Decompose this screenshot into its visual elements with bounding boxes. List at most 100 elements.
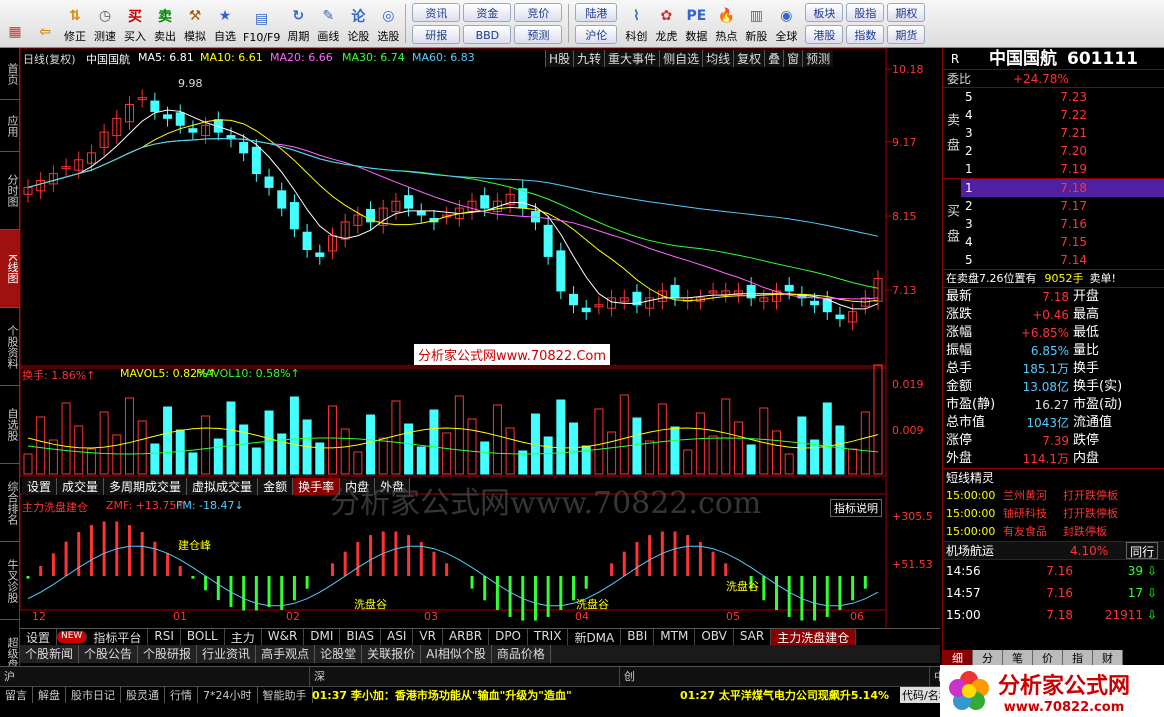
- indicator-tab-VR[interactable]: VR: [413, 629, 443, 645]
- chart-top-tab-均线[interactable]: 均线: [702, 50, 734, 67]
- left-tab-牛叉诊股[interactable]: 牛叉诊股: [0, 542, 20, 620]
- market-沪[interactable]: 沪: [0, 667, 310, 686]
- toolbar-button-F10/F9[interactable]: ▤ F10/F9: [240, 0, 283, 47]
- toolbar-button-热点[interactable]: 🔥 热点: [711, 0, 741, 47]
- indicator-tab-设置[interactable]: 设置: [20, 629, 58, 645]
- status-item-智能助手[interactable]: 智能助手: [258, 686, 313, 703]
- status-item-7*24小时[interactable]: 7*24小时: [198, 686, 258, 703]
- order-book-row[interactable]: 2 7.17: [961, 197, 1164, 215]
- toolbar-button-自选[interactable]: ★ 自选: [210, 0, 240, 47]
- status-item-解盘[interactable]: 解盘: [33, 686, 66, 703]
- order-book-row[interactable]: 5 7.14: [961, 251, 1164, 269]
- toolbar-button-论股[interactable]: 论论股: [343, 0, 373, 47]
- news-row[interactable]: 15:00:00 铀研科技 打开跌停板: [943, 505, 1164, 523]
- indicator-tab-ARBR[interactable]: ARBR: [443, 629, 490, 645]
- toolbar-pill-资讯[interactable]: 资讯: [412, 3, 461, 22]
- news-ticker-2[interactable]: 01:27 太平洋煤气电力公司现飙升5.14%: [680, 687, 889, 703]
- volume-tab-虚拟成交量[interactable]: 虚拟成交量: [187, 478, 259, 495]
- chart-top-tab-九转[interactable]: 九转: [573, 50, 605, 67]
- toolbar-pill-期权[interactable]: 期权: [887, 3, 926, 22]
- indicator-tab-SAR[interactable]: SAR: [734, 629, 772, 645]
- status-item-行情[interactable]: 行情: [165, 686, 198, 703]
- indicator-tab-新DMA[interactable]: 新DMA: [568, 629, 622, 645]
- news-row[interactable]: 15:00:00 有友食品 封跌停板: [943, 523, 1164, 541]
- toolbar-button-修正[interactable]: ⇅ 修正: [60, 0, 90, 47]
- info-tab-论股堂[interactable]: 论股堂: [315, 645, 363, 663]
- toolbar-pill-预测[interactable]: 预测: [514, 25, 563, 44]
- status-item-留言[interactable]: 留言: [0, 686, 33, 703]
- info-tab-商品价格[interactable]: 商品价格: [491, 645, 551, 663]
- toolbar-pill-BBD[interactable]: BBD: [463, 25, 512, 44]
- indicator-tab-MTM[interactable]: MTM: [654, 629, 696, 645]
- news-ticker-1[interactable]: 01:37 李小加：香港市场功能从"输血"升级为"造血": [312, 687, 572, 703]
- order-book-row[interactable]: 2 7.20: [961, 142, 1164, 160]
- indicator-tab-主力洗盘建仓[interactable]: 主力洗盘建仓: [771, 629, 857, 645]
- info-tab-AI相似个股[interactable]: AI相似个股: [421, 645, 492, 663]
- volume-tab-多周期成交量[interactable]: 多周期成交量: [104, 478, 188, 495]
- toolbar-pill-资金[interactable]: 资金: [463, 3, 512, 22]
- quote-tab-细[interactable]: 细: [943, 650, 973, 666]
- chart-top-tab-H股[interactable]: H股: [545, 50, 574, 67]
- indicator-tab-TRIX[interactable]: TRIX: [528, 629, 569, 645]
- quote-tab-财[interactable]: 财: [1093, 650, 1123, 666]
- left-tab-K线图[interactable]: K线图: [0, 230, 20, 308]
- toolbar-pill-陆港[interactable]: 陆港: [575, 3, 618, 22]
- indicator-tab-BIAS[interactable]: BIAS: [340, 629, 382, 645]
- toolbar-button-数据[interactable]: PE 数据: [681, 0, 711, 47]
- order-book-row[interactable]: 4 7.15: [961, 233, 1164, 251]
- indicator-tab-主力[interactable]: 主力: [225, 629, 262, 645]
- toolbar-button-测速[interactable]: ◷ 测速: [90, 0, 120, 47]
- left-tab-个股资料[interactable]: 个股资料: [0, 308, 20, 386]
- indicator-tab-W&R[interactable]: W&R: [262, 629, 305, 645]
- info-tab-关联报价[interactable]: 关联报价: [362, 645, 422, 663]
- toolbar-pill-股指[interactable]: 股指: [846, 3, 885, 22]
- toolbar-button-back-arrow-icon[interactable]: ⇦: [30, 0, 60, 47]
- chart-top-tab-预测[interactable]: 预测: [802, 50, 834, 67]
- toolbar-button-周期[interactable]: ↻ 周期: [283, 0, 313, 47]
- info-tab-行业资讯[interactable]: 行业资讯: [197, 645, 257, 663]
- left-tab-分时图[interactable]: 分时图: [0, 152, 20, 230]
- market-创[interactable]: 创: [620, 667, 930, 686]
- indicator-help-button[interactable]: 指标说明: [830, 499, 882, 517]
- toolbar-pill-竞价[interactable]: 竞价: [514, 3, 563, 22]
- left-tab-首页[interactable]: 首页: [0, 48, 20, 100]
- order-book-row[interactable]: 3 7.16: [961, 215, 1164, 233]
- indicator-tab-DPO[interactable]: DPO: [489, 629, 528, 645]
- chart-top-tab-侧自选[interactable]: 侧自选: [659, 50, 703, 67]
- quote-tab-指[interactable]: 指: [1063, 650, 1093, 666]
- chart-top-tab-窗[interactable]: 窗: [783, 50, 803, 67]
- toolbar-pill-港股[interactable]: 港股: [805, 25, 844, 44]
- toolbar-pill-沪伦[interactable]: 沪伦: [575, 25, 618, 44]
- toolbar-button-买入[interactable]: 买买入: [120, 0, 150, 47]
- market-深[interactable]: 深: [310, 667, 620, 686]
- left-tab-自选股[interactable]: 自选股: [0, 386, 20, 464]
- toolbar-pill-研报[interactable]: 研报: [412, 25, 461, 44]
- toolbar-button-新股[interactable]: ▥ 新股: [741, 0, 771, 47]
- status-item-股灵通[interactable]: 股灵通: [121, 686, 165, 703]
- toolbar-button-卖出[interactable]: 卖卖出: [150, 0, 180, 47]
- toolbar-button-模拟[interactable]: ⚒ 模拟: [180, 0, 210, 47]
- indicator-tab-NEW[interactable]: NEW: [57, 631, 88, 643]
- news-row[interactable]: 15:00:00 兰州黄河 打开跌停板: [943, 487, 1164, 505]
- indicator-tab-BOLL[interactable]: BOLL: [181, 629, 225, 645]
- indicator-tab-ASI[interactable]: ASI: [381, 629, 414, 645]
- indicator-tab-指标平台[interactable]: 指标平台: [87, 629, 149, 645]
- order-book-row[interactable]: 5 7.23: [961, 88, 1164, 106]
- toolbar-pill-指数[interactable]: 指数: [846, 25, 885, 44]
- info-tab-高手观点[interactable]: 高手观点: [256, 645, 316, 663]
- quote-tab-价[interactable]: 价: [1033, 650, 1063, 666]
- quote-tab-笔[interactable]: 笔: [1003, 650, 1033, 666]
- quote-tab-分[interactable]: 分: [973, 650, 1003, 666]
- toolbar-pill-板块[interactable]: 板块: [805, 3, 844, 22]
- volume-tab-设置[interactable]: 设置: [22, 478, 58, 495]
- chart-top-tab-重大事件[interactable]: 重大事件: [604, 50, 660, 67]
- sector-peers-tab[interactable]: 同行: [1126, 542, 1159, 559]
- order-book-row[interactable]: 3 7.21: [961, 124, 1164, 142]
- order-book-row[interactable]: 4 7.22: [961, 106, 1164, 124]
- indicator-tab-OBV[interactable]: OBV: [695, 629, 734, 645]
- toolbar-button-科创[interactable]: ⌇ 科创: [621, 0, 651, 47]
- order-book-row[interactable]: 1 7.19: [961, 160, 1164, 178]
- volume-tab-金额[interactable]: 金额: [258, 478, 294, 495]
- chart-top-tab-复权[interactable]: 复权: [733, 50, 765, 67]
- volume-tab-成交量[interactable]: 成交量: [57, 478, 105, 495]
